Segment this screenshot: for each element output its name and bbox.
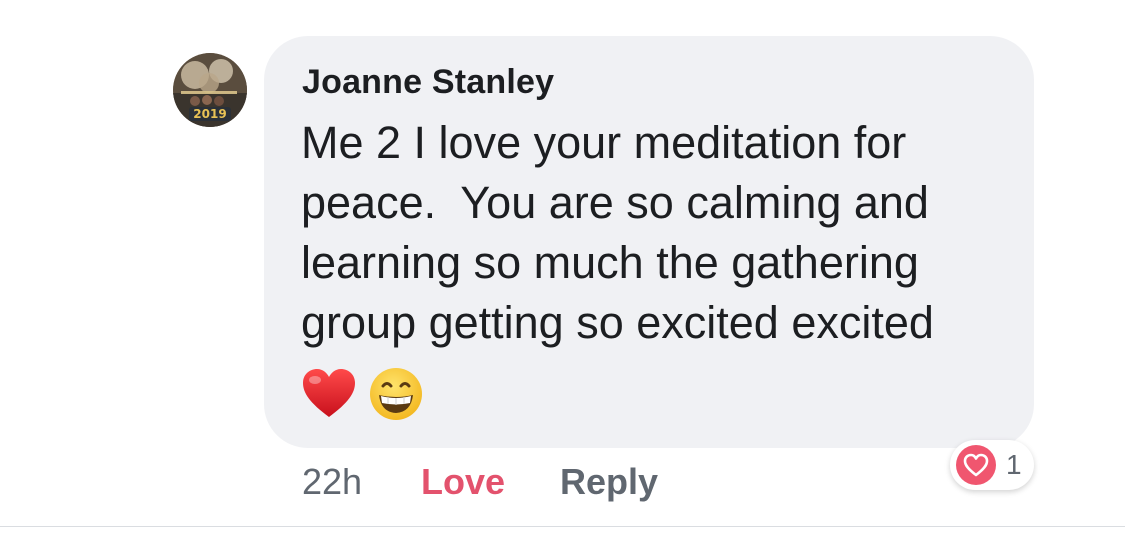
comment-thread: 2019 Joanne Stanley Me 2 I love your med… [0, 0, 1125, 536]
grinning-face-icon [370, 368, 422, 420]
divider [0, 526, 1125, 527]
heart-reaction-icon [956, 445, 996, 485]
love-button[interactable]: Love [421, 460, 505, 504]
red-heart-icon [303, 369, 355, 417]
reaction-summary[interactable]: 1 [950, 440, 1034, 490]
reaction-count: 1 [1006, 449, 1022, 480]
comment-text: Me 2 I love your meditation for peace. Y… [301, 117, 934, 348]
reply-button[interactable]: Reply [560, 460, 658, 504]
comment-timestamp[interactable]: 22h [302, 460, 362, 504]
comment-emojis [300, 363, 424, 425]
avatar-photo-icon: 2019 [173, 53, 247, 127]
avatar[interactable]: 2019 [173, 53, 247, 127]
comment-author[interactable]: Joanne Stanley [302, 63, 554, 102]
avatar-year-text: 2019 [193, 107, 226, 121]
